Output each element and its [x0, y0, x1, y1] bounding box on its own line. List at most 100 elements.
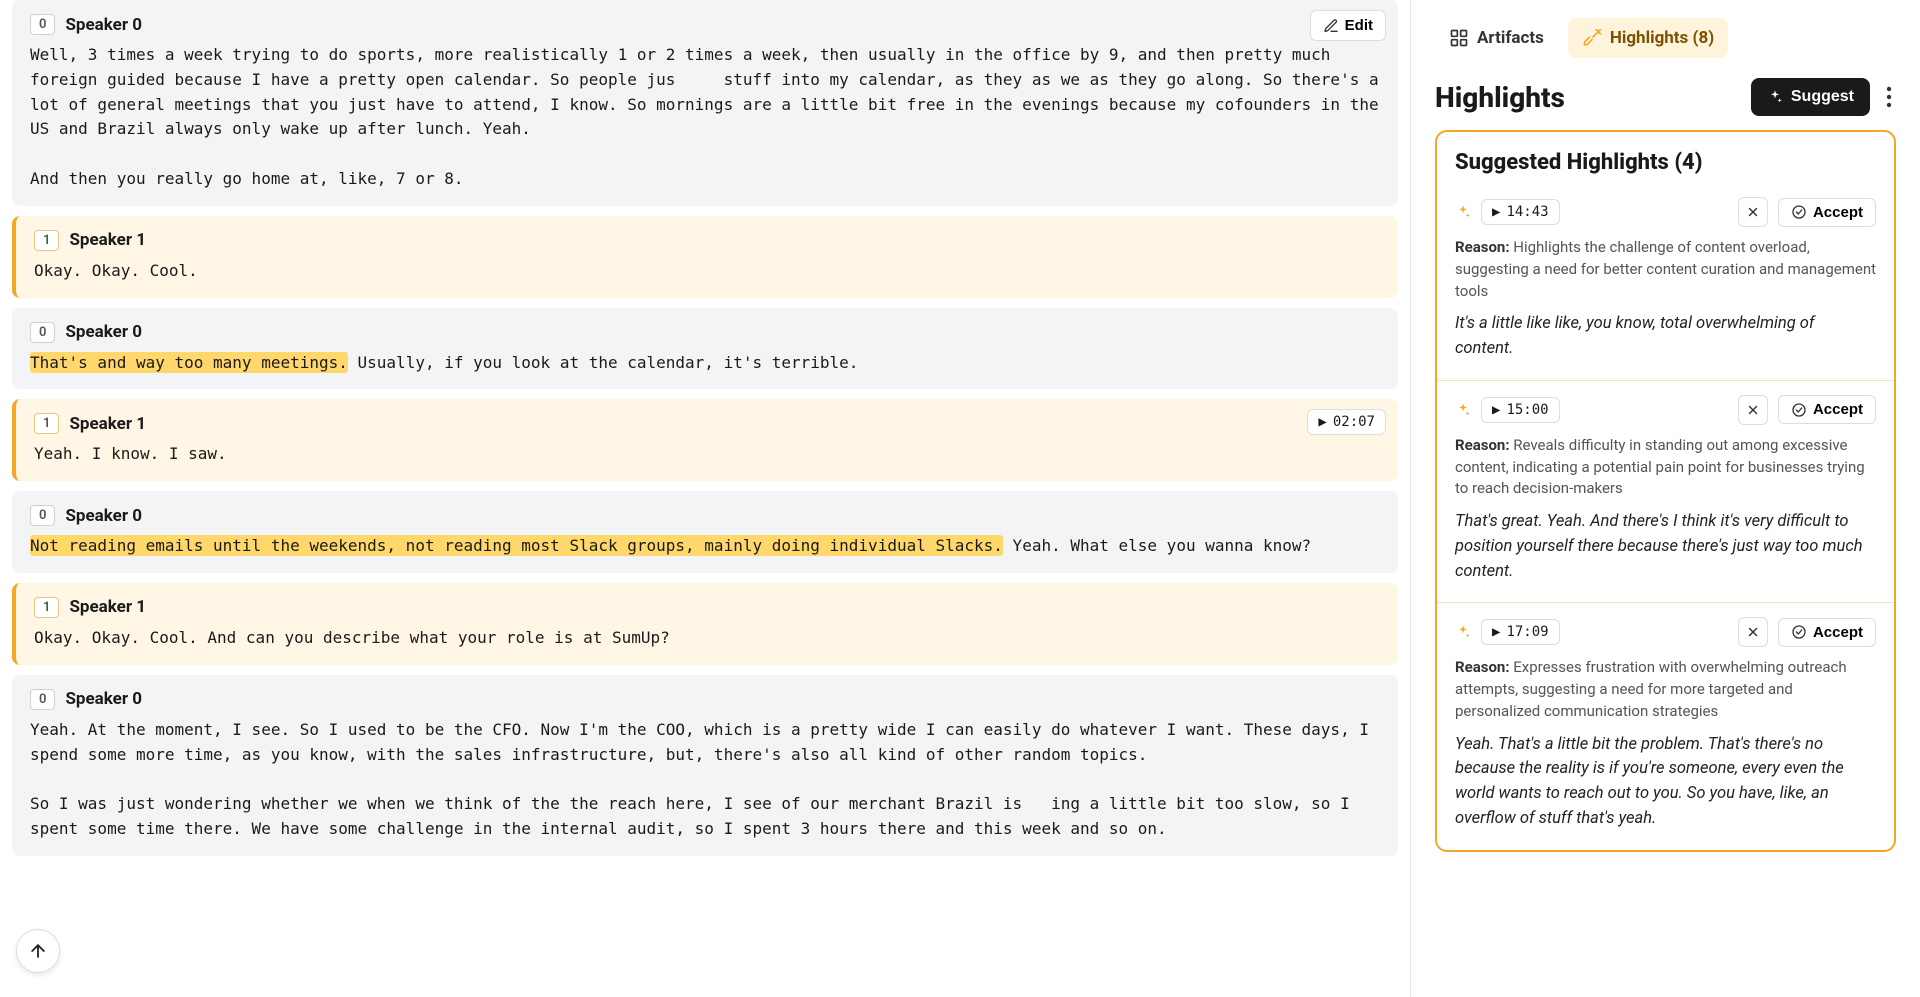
text-span: Well, 3 times a week trying to do sports… [30, 45, 1388, 188]
dots-vertical-icon [1886, 86, 1892, 108]
transcript-text[interactable]: Okay. Okay. Cool. [34, 259, 1380, 284]
suggestion-timestamp[interactable]: ▶17:09 [1481, 619, 1560, 645]
accept-button[interactable]: Accept [1778, 395, 1876, 424]
suggest-label: Suggest [1791, 88, 1854, 106]
check-circle-icon [1791, 624, 1807, 640]
speaker-badge: 1 [34, 413, 59, 434]
suggestion-item: ▶17:09 Accept Reason: Expresses frustratio… [1437, 602, 1894, 849]
text-span: Yeah. I know. I saw. [34, 444, 227, 463]
grid-icon [1449, 28, 1469, 48]
edit-button[interactable]: Edit [1310, 10, 1386, 41]
transcript-block[interactable]: 0 Speaker 0 Yeah. At the moment, I see. So… [12, 675, 1398, 856]
close-icon [1746, 403, 1760, 417]
speaker-name: Speaker 0 [65, 506, 142, 526]
suggestion-reason: Reason: Expresses frustration with overw… [1455, 657, 1876, 722]
accept-button[interactable]: Accept [1778, 198, 1876, 227]
dismiss-button[interactable] [1738, 197, 1768, 227]
text-span: Yeah. At the moment, I see. So I used to… [30, 720, 1379, 838]
close-icon [1746, 205, 1760, 219]
transcript-block[interactable]: 0Speaker 0EditWell, 3 times a week tryin… [12, 0, 1398, 206]
transcript-text[interactable]: Yeah. I know. I saw. [34, 442, 1380, 467]
speaker-row: 0 Speaker 0 [30, 322, 1380, 343]
header-actions: Suggest [1751, 78, 1896, 116]
sparkle-icon [1767, 89, 1783, 105]
transcript-text[interactable]: Not reading emails until the weekends, n… [30, 534, 1380, 559]
play-icon: ▶ [1492, 402, 1500, 418]
sparkle-icon [1455, 624, 1471, 640]
suggestion-timestamp[interactable]: ▶15:00 [1481, 397, 1560, 423]
speaker-badge: 1 [34, 230, 59, 251]
tab-highlights-label: Highlights (8) [1610, 28, 1714, 48]
speaker-row: 1 Speaker 1 [34, 413, 1380, 434]
sidebar-tabs: Artifacts Highlights (8) [1411, 0, 1920, 58]
arrow-up-icon [28, 941, 48, 961]
tab-artifacts[interactable]: Artifacts [1435, 18, 1558, 58]
speaker-row: 0 Speaker 0 [30, 505, 1380, 526]
text-span: Yeah. What else you wanna know? [1003, 536, 1311, 555]
highlighted-span: That's and way too many meetings. [30, 352, 348, 373]
timestamp-chip[interactable]: ▶02:07 [1307, 409, 1386, 435]
suggestion-row: ▶17:09 Accept [1455, 617, 1876, 647]
text-span: Okay. Okay. Cool. And can you describe w… [34, 628, 670, 647]
tab-artifacts-label: Artifacts [1477, 28, 1544, 48]
speaker-name: Speaker 1 [69, 597, 146, 617]
play-icon: ▶ [1492, 204, 1500, 220]
speaker-name: Speaker 1 [69, 230, 146, 250]
transcript-text[interactable]: That's and way too many meetings. Usuall… [30, 351, 1380, 376]
suggestion-quote: That's great. Yeah. And there's I think … [1455, 510, 1876, 584]
speaker-name: Speaker 0 [65, 322, 142, 342]
speaker-row: 1 Speaker 1 [34, 230, 1380, 251]
speaker-badge: 1 [34, 597, 59, 618]
speaker-badge: 0 [30, 322, 55, 343]
more-menu-button[interactable] [1882, 82, 1896, 112]
transcript-block[interactable]: 1 Speaker 1 Okay. Okay. Cool. [12, 216, 1398, 298]
speaker-badge: 0 [30, 505, 55, 526]
check-circle-icon [1791, 402, 1807, 418]
text-span: Usually, if you look at the calendar, it… [348, 353, 859, 372]
transcript-text[interactable]: Yeah. At the moment, I see. So I used to… [30, 718, 1380, 842]
speaker-row: 1 Speaker 1 [34, 597, 1380, 618]
highlights-title: Highlights [1435, 81, 1565, 114]
transcript-block[interactable]: 0 Speaker 0 That's and way too many meetin… [12, 308, 1398, 390]
suggestion-timestamp[interactable]: ▶14:43 [1481, 199, 1560, 225]
dismiss-button[interactable] [1738, 617, 1768, 647]
suggestion-quote: It's a little like like, you know, total… [1455, 312, 1876, 362]
sidebar-header: Highlights Suggest [1411, 58, 1920, 130]
speaker-badge: 0 [30, 689, 55, 710]
speaker-name: Speaker 1 [69, 414, 146, 434]
suggested-highlights-box: Suggested Highlights (4) ▶14:43 Accept Rea… [1435, 130, 1896, 852]
suggestion-item: ▶15:00 Accept Reason: Reveals difficulty i… [1437, 380, 1894, 603]
suggestion-reason: Reason: Reveals difficulty in standing o… [1455, 435, 1876, 500]
transcript-text[interactable]: Well, 3 times a week trying to do sports… [30, 43, 1380, 192]
text-span: Okay. Okay. Cool. [34, 261, 198, 280]
play-icon: ▶ [1318, 414, 1326, 430]
speaker-name: Speaker 0 [65, 15, 142, 35]
speaker-name: Speaker 0 [65, 689, 142, 709]
suggestion-item: ▶14:43 Accept Reason: Highlights the chall… [1437, 183, 1894, 380]
check-circle-icon [1791, 204, 1807, 220]
transcript-block[interactable]: 1 Speaker 1 ▶02:07 Yeah. I know. I saw. [12, 399, 1398, 481]
speaker-row: 0 Speaker 0 [30, 689, 1380, 710]
sidebar-column: Artifacts Highlights (8) Highlights Sugg… [1410, 0, 1920, 997]
sparkle-icon [1455, 204, 1471, 220]
transcript-block[interactable]: 1 Speaker 1 Okay. Okay. Cool. And can you … [12, 583, 1398, 665]
close-icon [1746, 625, 1760, 639]
play-icon: ▶ [1492, 624, 1500, 640]
tab-highlights[interactable]: Highlights (8) [1568, 18, 1728, 58]
pencil-icon [1323, 18, 1339, 34]
suggested-highlights-heading: Suggested Highlights (4) [1437, 132, 1894, 183]
transcript-block[interactable]: 0 Speaker 0 Not reading emails until the w… [12, 491, 1398, 573]
suggest-button[interactable]: Suggest [1751, 78, 1870, 116]
transcript-column: 0Speaker 0EditWell, 3 times a week tryin… [0, 0, 1410, 997]
dismiss-button[interactable] [1738, 395, 1768, 425]
highlighter-icon [1582, 28, 1602, 48]
suggestion-reason: Reason: Highlights the challenge of cont… [1455, 237, 1876, 302]
suggestion-row: ▶15:00 Accept [1455, 395, 1876, 425]
suggestion-quote: Yeah. That's a little bit the problem. T… [1455, 733, 1876, 832]
scroll-to-top-button[interactable] [16, 929, 60, 973]
accept-button[interactable]: Accept [1778, 618, 1876, 647]
highlighted-span: Not reading emails until the weekends, n… [30, 535, 1003, 556]
suggestion-row: ▶14:43 Accept [1455, 197, 1876, 227]
transcript-text[interactable]: Okay. Okay. Cool. And can you describe w… [34, 626, 1380, 651]
speaker-badge: 0 [30, 14, 55, 35]
